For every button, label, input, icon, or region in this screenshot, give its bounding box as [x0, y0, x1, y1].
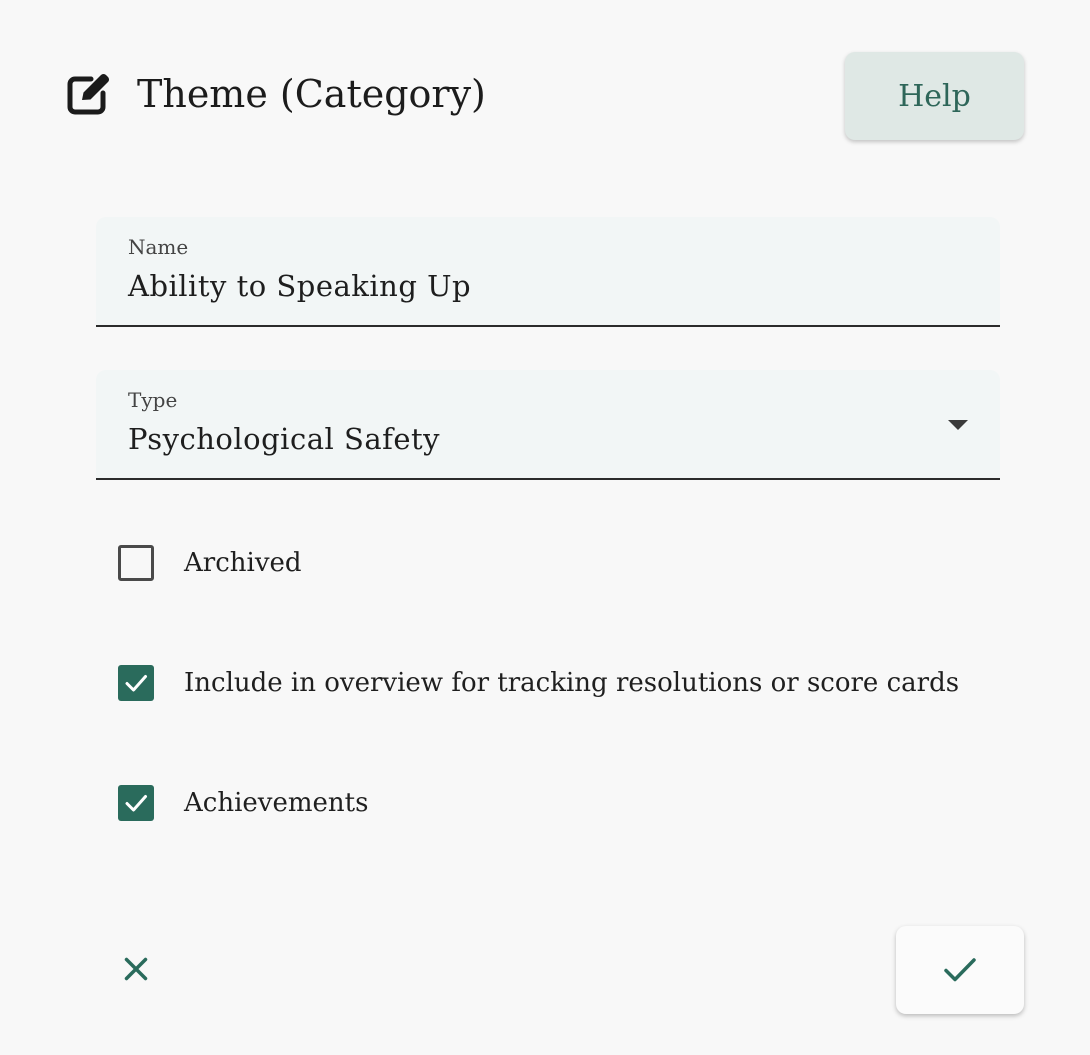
name-field-label: Name [128, 235, 189, 259]
include-in-overview-option[interactable]: Include in overview for tracking resolut… [118, 665, 959, 701]
archived-label: Archived [184, 548, 302, 578]
type-select[interactable]: Type Psychological Safety [96, 370, 1000, 480]
edit-theme-dialog: Theme (Category) Help Name Ability to Sp… [0, 0, 1090, 1055]
name-field-value[interactable]: Ability to Speaking Up [128, 269, 471, 303]
cancel-button[interactable] [110, 943, 162, 995]
page-title: Theme (Category) [137, 72, 486, 116]
checkmark-icon [125, 795, 147, 812]
include-in-overview-checkbox[interactable] [118, 665, 154, 701]
archived-option[interactable]: Archived [118, 545, 302, 581]
dropdown-arrow-icon[interactable] [948, 420, 968, 430]
help-button[interactable]: Help [845, 52, 1024, 140]
checkmark-icon [125, 675, 147, 692]
achievements-label: Achievements [184, 788, 369, 818]
type-select-value[interactable]: Psychological Safety [128, 422, 440, 456]
include-in-overview-label: Include in overview for tracking resolut… [184, 668, 960, 698]
achievements-checkbox[interactable] [118, 785, 154, 821]
edit-icon [67, 73, 110, 115]
achievements-option[interactable]: Achievements [118, 785, 368, 821]
confirm-button[interactable] [896, 926, 1024, 1014]
type-select-label: Type [128, 388, 178, 412]
archived-checkbox[interactable] [118, 545, 154, 581]
name-field[interactable]: Name Ability to Speaking Up [96, 217, 1000, 327]
check-icon [944, 958, 976, 982]
close-icon [124, 957, 148, 981]
